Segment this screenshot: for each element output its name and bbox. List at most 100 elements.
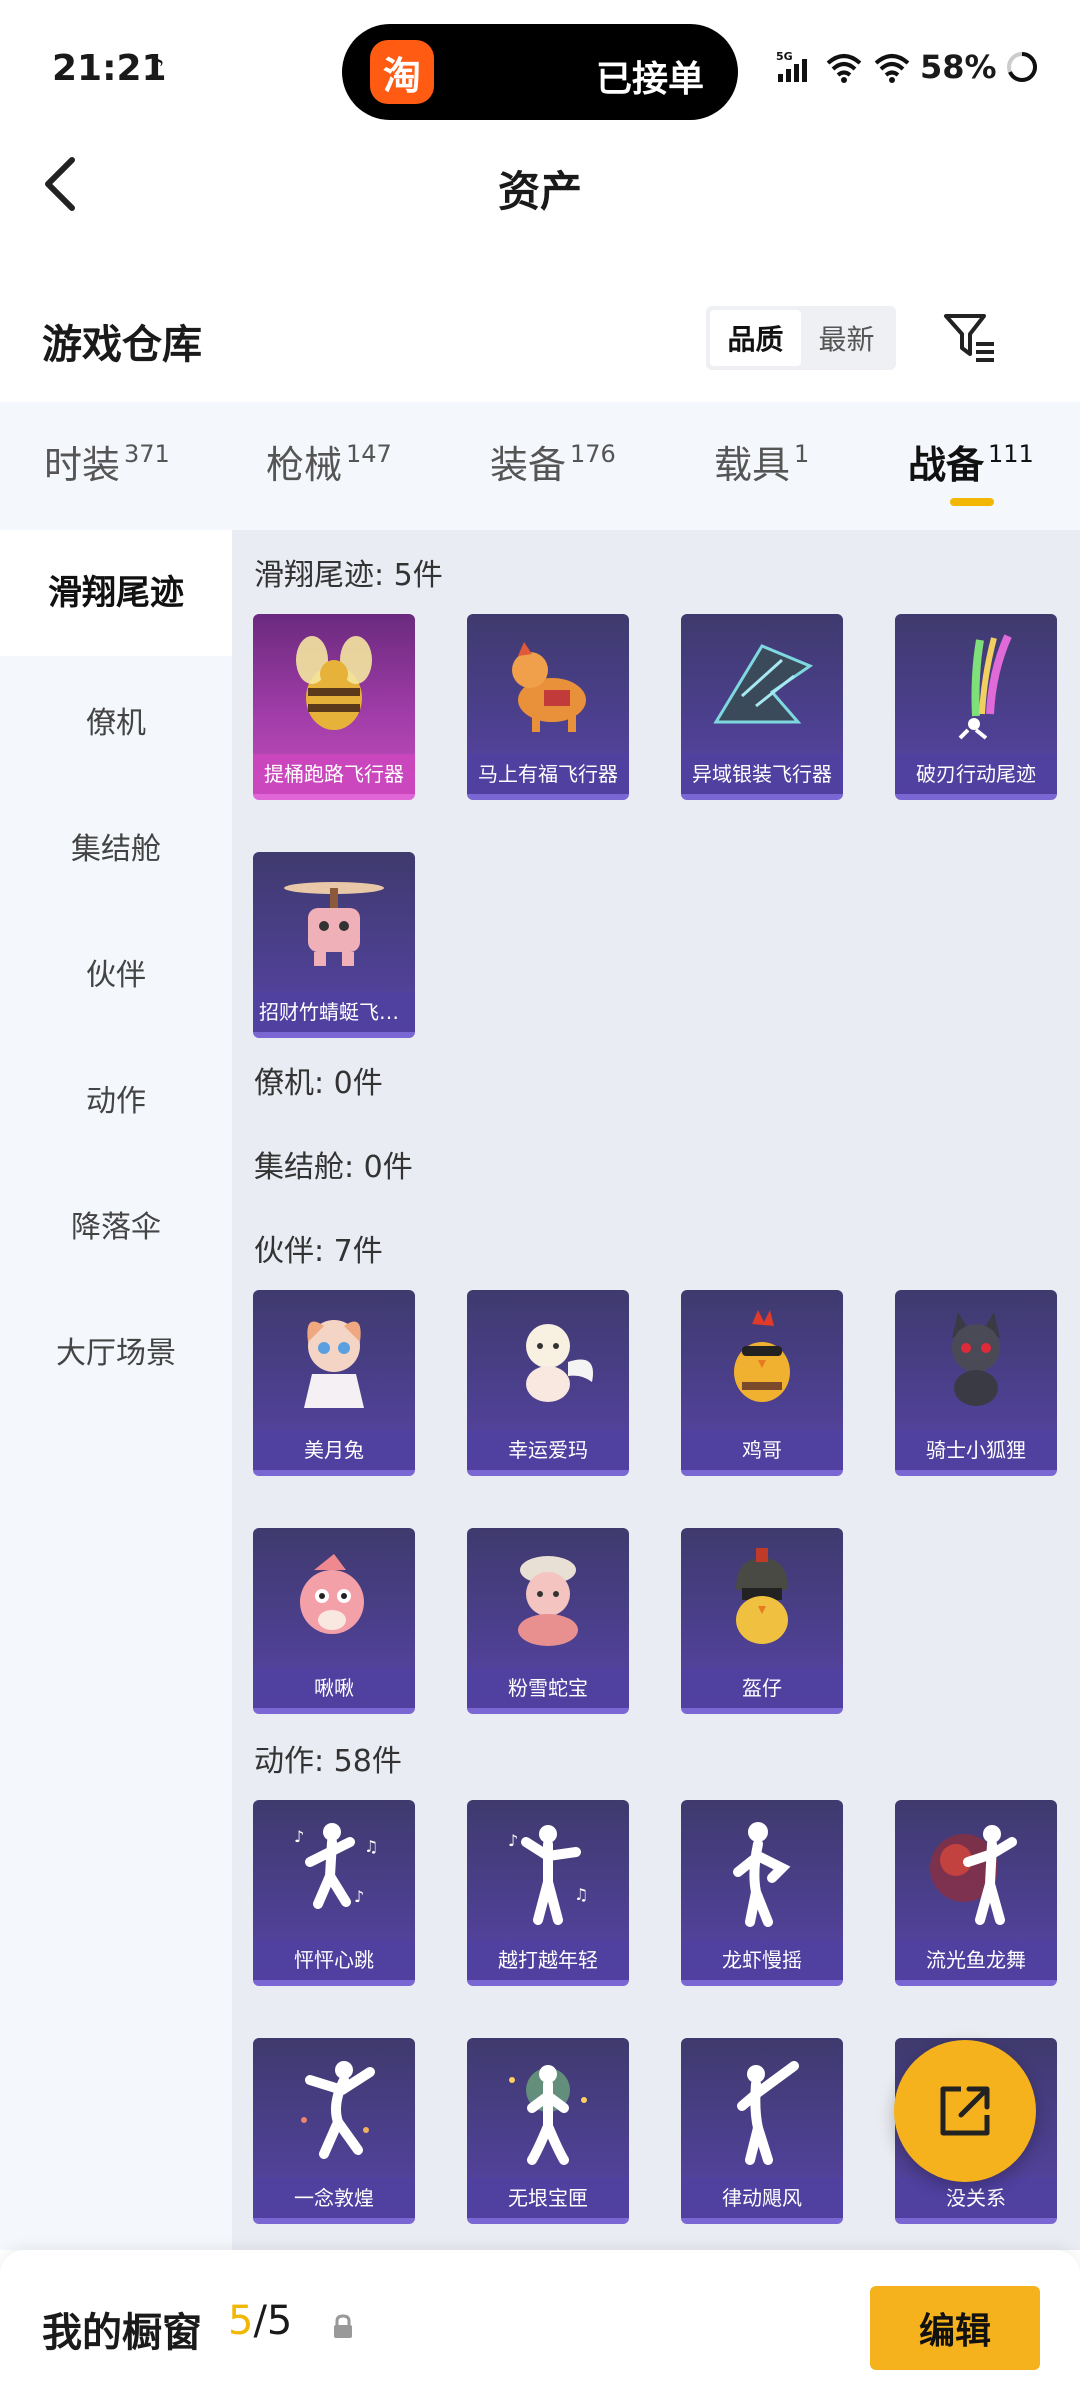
item-card[interactable]: 提桶跑路飞行器 <box>253 614 415 800</box>
share-icon <box>940 2086 990 2136</box>
item-card[interactable]: 招财竹蜻蜓飞行器 <box>253 852 415 1038</box>
sidebar: 滑翔尾迹 僚机 集结舱 伙伴 动作 降落伞 大厅场景 <box>0 530 232 2250</box>
taobao-app-icon: 淘 <box>370 40 434 104</box>
item-card[interactable]: 无垠宝匣 <box>467 2038 629 2224</box>
item-image <box>253 852 415 996</box>
item-image <box>681 1290 843 1434</box>
item-name: 马上有福飞行器 <box>467 754 629 794</box>
svg-text:♫: ♫ <box>364 1837 378 1856</box>
tab-fashion[interactable]: 时装 371 <box>44 434 170 489</box>
item-card[interactable]: 啾啾 <box>253 1528 415 1714</box>
item-image <box>895 1290 1057 1434</box>
item-card[interactable]: ♪ ♫ 越打越年轻 <box>467 1800 629 1986</box>
item-name: 律动飓风 <box>681 2178 843 2218</box>
sidebar-item-parachute[interactable]: 降落伞 <box>0 1202 232 1246</box>
status-bar: 21:21 ♪ 淘 已接单 5G 58% <box>0 0 1080 140</box>
svg-text:♪: ♪ <box>508 1831 518 1850</box>
item-name: 越打越年轻 <box>467 1940 629 1980</box>
item-card[interactable]: 异域银装飞行器 <box>681 614 843 800</box>
edit-button[interactable]: 编辑 <box>870 2286 1040 2370</box>
tab-guns[interactable]: 枪械 147 <box>266 434 392 489</box>
showcase-count: 5/5 <box>228 2298 293 2344</box>
item-image <box>467 614 629 758</box>
signal-icon: 5G <box>776 50 816 84</box>
item-name: 龙虾慢摇 <box>681 1940 843 1980</box>
sidebar-item-pod[interactable]: 集结舱 <box>0 824 232 868</box>
category-tab-bar: 时装 371 枪械 147 装备 176 载具 1 战备 111 <box>0 402 1080 530</box>
island-status-text: 已接单 <box>595 59 704 100</box>
item-name: 流光鱼龙舞 <box>895 1940 1057 1980</box>
item-image <box>681 614 843 758</box>
page-title: 资产 <box>497 167 582 216</box>
item-name: 无垠宝匣 <box>467 2178 629 2218</box>
item-image <box>681 2038 843 2182</box>
section-title-pod: 集结舱: 0件 <box>254 1150 413 1185</box>
showcase-title: 我的橱窗 <box>42 2310 202 2356</box>
item-image: ♪ ♫ <box>467 1800 629 1944</box>
top-nav: 资产 <box>0 130 1080 240</box>
svg-text:♪: ♪ <box>294 1827 304 1846</box>
filter-icon[interactable] <box>942 310 998 366</box>
sidebar-item-partner[interactable]: 伙伴 <box>0 950 232 994</box>
sidebar-item-glide-trail[interactable]: 滑翔尾迹 <box>0 530 232 656</box>
item-name: 鸡哥 <box>681 1430 843 1470</box>
item-image <box>253 1290 415 1434</box>
item-name: 一念敦煌 <box>253 2178 415 2218</box>
sidebar-item-wingman[interactable]: 僚机 <box>0 698 232 742</box>
wifi-icon <box>824 51 864 83</box>
item-card[interactable]: 龙虾慢摇 <box>681 1800 843 1986</box>
item-image <box>895 1800 1057 1944</box>
item-name: 没关系 <box>895 2178 1057 2218</box>
item-card[interactable]: 破刃行动尾迹 <box>895 614 1057 800</box>
lock-icon <box>330 2314 356 2340</box>
item-name: 幸运爱玛 <box>467 1430 629 1470</box>
tab-equipment[interactable]: 装备 176 <box>490 434 616 489</box>
sidebar-item-lobby-scene[interactable]: 大厅场景 <box>0 1328 232 1372</box>
section-title-wingman: 僚机: 0件 <box>254 1066 383 1101</box>
wifi-icon <box>872 51 912 83</box>
item-image <box>253 2038 415 2182</box>
showcase-bar: 我的橱窗 5/5 编辑 <box>0 2250 1080 2400</box>
sort-newest-button[interactable]: 最新 <box>801 310 892 366</box>
item-card[interactable]: 鸡哥 <box>681 1290 843 1476</box>
item-name: 骑士小狐狸 <box>895 1430 1057 1470</box>
sidebar-item-action[interactable]: 动作 <box>0 1076 232 1120</box>
svg-text:♫: ♫ <box>574 1885 588 1904</box>
item-card[interactable]: 一念敦煌 <box>253 2038 415 2224</box>
item-card[interactable]: 美月兔 <box>253 1290 415 1476</box>
item-card[interactable]: 盔仔 <box>681 1528 843 1714</box>
item-card[interactable]: ♪ ♫ ♪ 怦怦心跳 <box>253 1800 415 1986</box>
item-name: 破刃行动尾迹 <box>895 754 1057 794</box>
item-image: ♪ ♫ ♪ <box>253 1800 415 1944</box>
sort-toggle: 品质 最新 <box>706 306 896 370</box>
sort-quality-button[interactable]: 品质 <box>710 310 801 366</box>
status-indicators: 5G 58% <box>776 48 1039 86</box>
item-card[interactable]: 马上有福飞行器 <box>467 614 629 800</box>
item-image <box>253 1528 415 1672</box>
tiktok-icon: ♪ <box>146 52 166 87</box>
tab-war-prep[interactable]: 战备 111 <box>908 434 1034 489</box>
item-image <box>681 1528 843 1672</box>
active-tab-indicator <box>950 498 994 506</box>
item-card[interactable]: 幸运爱玛 <box>467 1290 629 1476</box>
item-card[interactable]: 骑士小狐狸 <box>895 1290 1057 1476</box>
battery-icon <box>1005 50 1039 84</box>
item-card[interactable]: 律动飓风 <box>681 2038 843 2224</box>
item-name: 怦怦心跳 <box>253 1940 415 1980</box>
svg-text:♪: ♪ <box>354 1887 364 1906</box>
item-name: 美月兔 <box>253 1430 415 1470</box>
section-title-partner: 伙伴: 7件 <box>254 1234 383 1269</box>
item-card[interactable]: 粉雪蛇宝 <box>467 1528 629 1714</box>
dynamic-island[interactable]: 淘 已接单 <box>342 24 738 120</box>
tab-vehicle[interactable]: 载具 1 <box>714 434 809 489</box>
share-button[interactable] <box>894 2040 1036 2182</box>
section-title-action: 动作: 58件 <box>254 1744 402 1779</box>
item-card[interactable]: 流光鱼龙舞 <box>895 1800 1057 1986</box>
item-image <box>681 1800 843 1944</box>
item-name: 提桶跑路飞行器 <box>253 754 415 794</box>
svg-text:5G: 5G <box>776 50 793 63</box>
item-name: 异域银装飞行器 <box>681 754 843 794</box>
section-title-glide: 滑翔尾迹: 5件 <box>254 558 443 593</box>
item-image <box>467 2038 629 2182</box>
item-image <box>895 614 1057 758</box>
